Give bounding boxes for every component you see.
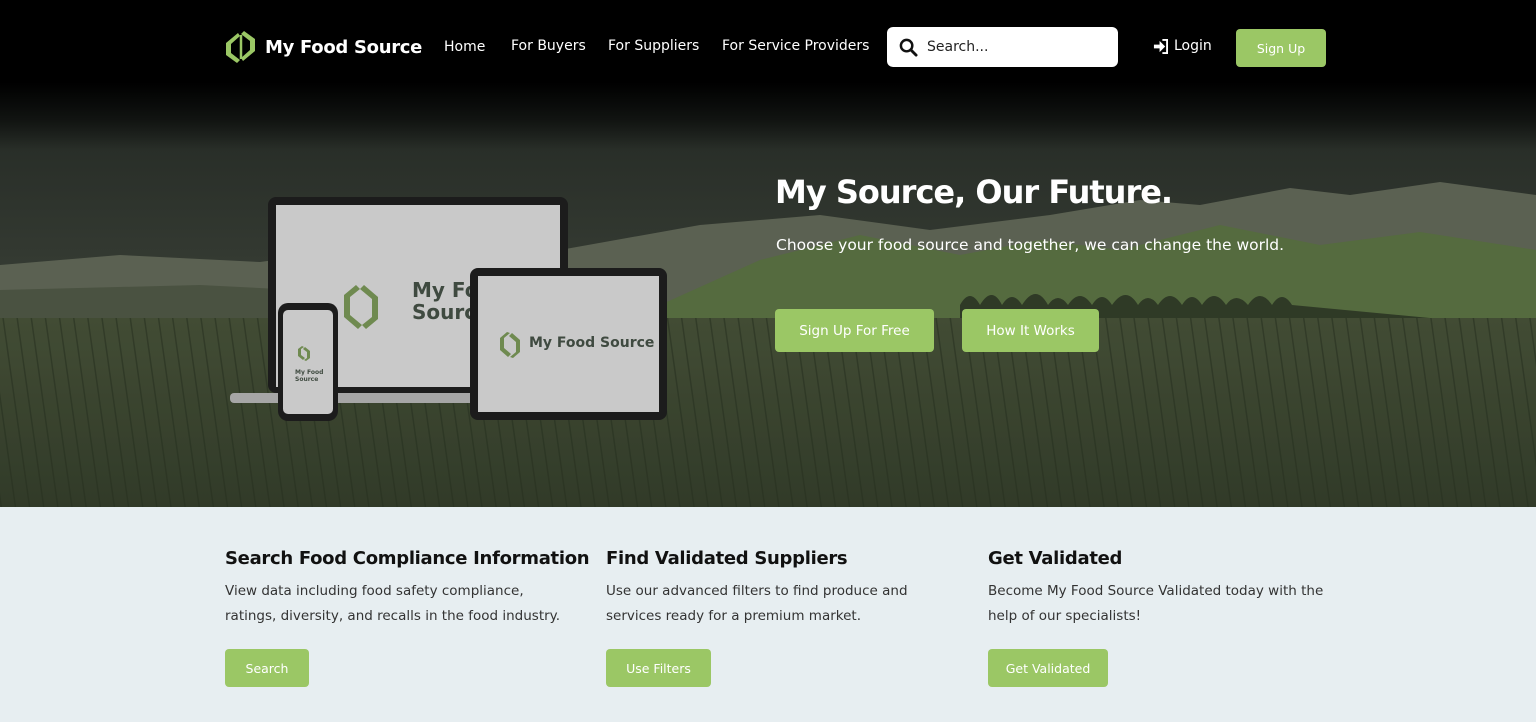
feature-title: Find Validated Suppliers	[606, 548, 848, 569]
nav-link-for-buyers[interactable]: For Buyers	[511, 38, 586, 54]
use-filters-button[interactable]: Use Filters	[606, 649, 711, 687]
nav-link-home[interactable]: Home	[444, 39, 485, 55]
get-validated-button[interactable]: Get Validated	[988, 649, 1108, 687]
hero-subtitle: Choose your food source and together, we…	[776, 236, 1285, 254]
feature-description: Become My Food Source Validated today wi…	[988, 583, 1324, 624]
search-input[interactable]	[927, 39, 1097, 55]
brand-logo[interactable]: My Food Source	[224, 30, 422, 64]
search-icon	[899, 38, 918, 57]
laptop-logo-line2: Sourc	[412, 300, 476, 324]
phone-logo-line2: Source	[295, 376, 318, 383]
login-label: Login	[1174, 38, 1212, 54]
sign-up-button[interactable]: Sign Up	[1236, 29, 1326, 67]
hero-title: My Source, Our Future.	[775, 173, 1173, 211]
brand-name: My Food Source	[265, 36, 423, 58]
feature-find-suppliers: Find Validated Suppliers Use our advance…	[606, 548, 926, 629]
devices-illustration: My Fo Sourc My Food Source My Food Sourc…	[230, 197, 667, 421]
top-navigation: My Food Source Home For Buyers For Suppl…	[0, 0, 1536, 95]
search-box[interactable]	[887, 27, 1118, 67]
login-link[interactable]: Login	[1153, 38, 1212, 54]
feature-get-validated: Get Validated Become My Food Source Vali…	[988, 548, 1328, 629]
sign-in-icon	[1153, 38, 1168, 54]
tablet-logo-text: My Food Source	[529, 335, 654, 351]
feature-title: Get Validated	[988, 548, 1123, 569]
sign-up-free-button[interactable]: Sign Up For Free	[775, 309, 934, 352]
phone-logo-line1: My Food	[295, 369, 323, 376]
feature-description: Use our advanced filters to find produce…	[606, 583, 908, 624]
feature-description: View data including food safety complian…	[225, 583, 561, 624]
laptop-logo-line1: My Fo	[412, 278, 479, 302]
nav-link-for-service-providers[interactable]: For Service Providers	[722, 38, 869, 54]
feature-search-compliance: Search Food Compliance Information View …	[225, 548, 590, 629]
feature-title: Search Food Compliance Information	[225, 548, 590, 569]
logo-icon	[226, 31, 255, 63]
nav-link-for-suppliers[interactable]: For Suppliers	[608, 38, 699, 54]
how-it-works-button[interactable]: How It Works	[962, 309, 1099, 352]
search-button[interactable]: Search	[225, 649, 309, 687]
